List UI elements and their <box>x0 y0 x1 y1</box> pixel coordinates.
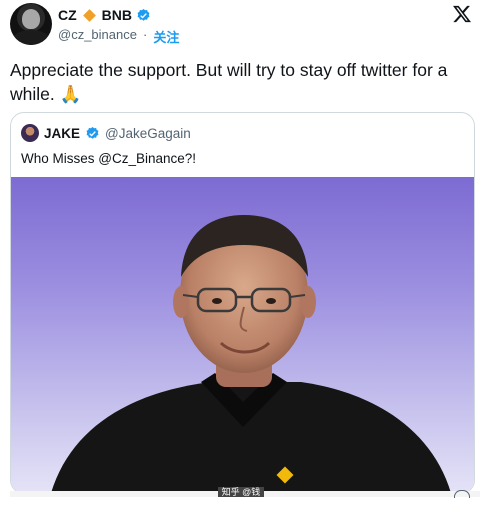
tweet-text: Appreciate the support. But will try to … <box>10 60 448 104</box>
author-handle[interactable]: @cz_binance <box>58 27 137 46</box>
watermark: 知乎 @钱子 <box>218 487 264 507</box>
x-logo-icon[interactable] <box>452 4 472 24</box>
quoted-text: Who Misses @Cz_Binance?! <box>21 151 197 166</box>
quoted-photo[interactable] <box>11 177 474 493</box>
quoted-avatar[interactable] <box>21 124 39 142</box>
quoted-handle[interactable]: @JakeGagain <box>105 126 191 141</box>
quoted-name[interactable]: JAKE <box>44 126 80 141</box>
quoted-header: JAKE @JakeGagain <box>21 123 191 143</box>
avatar-face <box>22 9 40 29</box>
author-name[interactable]: CZ <box>58 7 77 23</box>
author-badge-text: BNB <box>101 7 133 23</box>
author-handle-row: @cz_binance · 关注 <box>58 27 180 46</box>
verified-badge-icon <box>86 126 99 139</box>
author-name-row: CZ BNB <box>58 6 151 24</box>
avatar-shoulders <box>12 30 50 45</box>
bnb-diamond-icon <box>82 8 96 22</box>
verified-badge-icon <box>137 8 150 21</box>
follow-button[interactable]: 关注 <box>153 27 179 46</box>
quoted-tweet-card[interactable]: JAKE @JakeGagain Who Misses @Cz_Binance?… <box>10 112 475 494</box>
author-avatar[interactable] <box>10 3 52 45</box>
portrait-illustration <box>51 215 451 493</box>
